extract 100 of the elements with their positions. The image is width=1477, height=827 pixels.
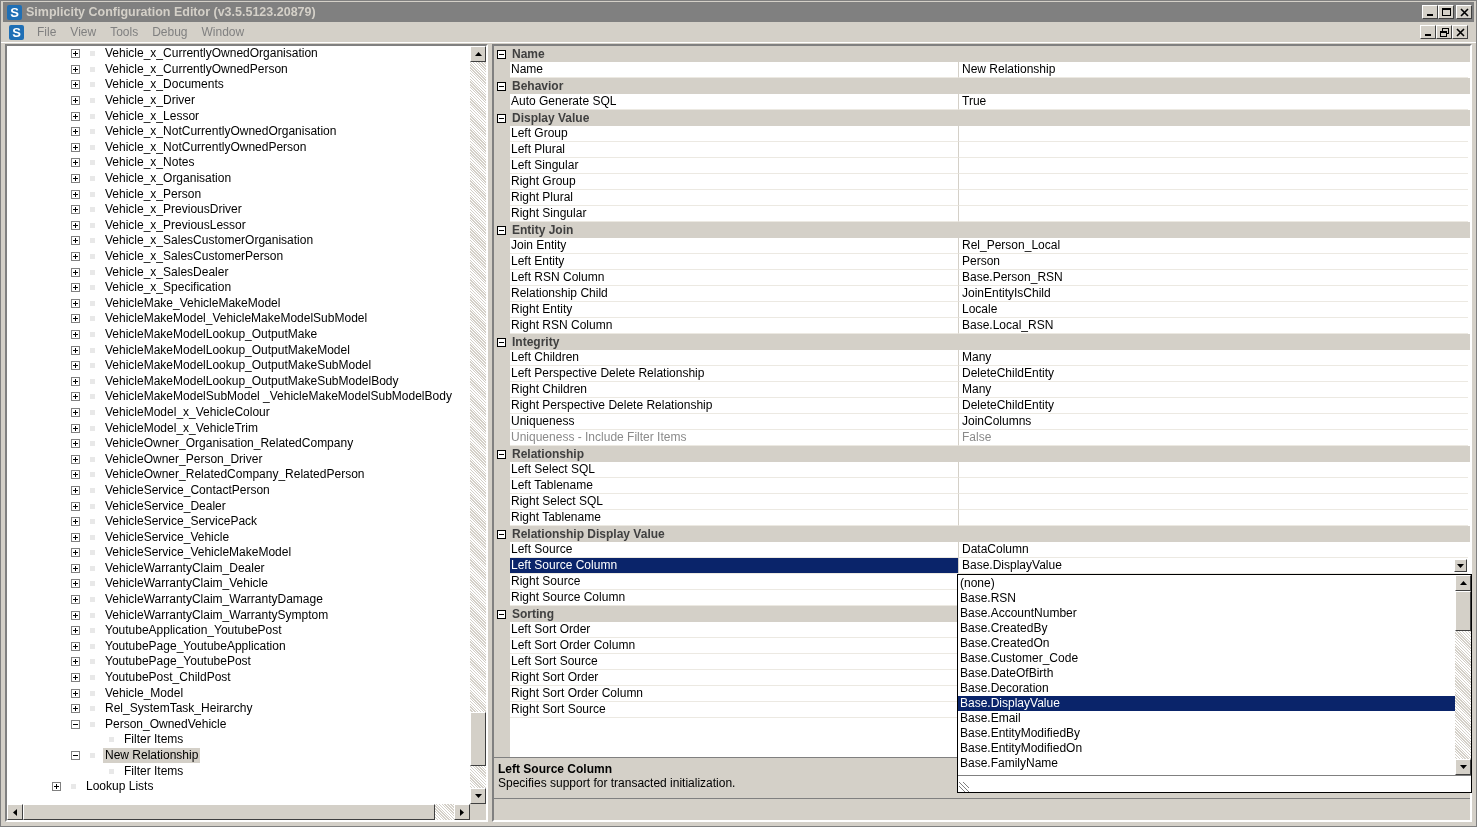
expand-toggle[interactable] [71,454,80,464]
expand-toggle[interactable] [71,610,80,620]
expand-toggle[interactable] [71,751,80,760]
tree-item[interactable]: VehicleWarrantyClaim_Dealer [103,560,267,576]
category-label[interactable]: Entity Join [512,223,574,237]
document-icon[interactable]: S [9,24,24,40]
tree-item[interactable]: VehicleOwner_RelatedCompany_RelatedPerson [103,467,367,483]
tree-item[interactable]: YoutubeApplication_YoutubePost [103,623,284,639]
tree-item[interactable]: Person_OwnedVehicle [103,716,229,732]
tree-item[interactable]: Vehicle_x_NotCurrentlyOwnedOrganisation [103,124,339,140]
expand-toggle[interactable] [71,641,80,651]
property-name[interactable]: Right Perspective Delete Relationship [510,398,959,414]
property-value[interactable]: JoinColumns [962,414,1032,428]
property-name[interactable]: Name [510,62,959,78]
resize-grip-icon[interactable] [958,782,970,792]
expand-toggle[interactable] [71,657,80,667]
property-name[interactable]: Right Singular [510,206,959,222]
property-name[interactable]: Left Plural [510,142,959,158]
expand-toggle[interactable] [71,158,80,168]
expand-toggle[interactable] [71,439,80,449]
expand-toggle[interactable] [71,314,80,324]
expand-toggle[interactable] [71,579,80,589]
property-name[interactable]: Right Sort Order Column [510,686,959,702]
tree-item[interactable]: VehicleMakeModelLookup_OutputMake [103,327,320,342]
tree-item[interactable]: Vehicle_x_Organisation [103,171,234,187]
property-name[interactable]: Left Source [510,542,959,558]
category-label[interactable]: Relationship Display Value [512,527,665,541]
expand-toggle[interactable] [71,80,80,90]
tree-item[interactable]: Vehicle_x_PreviousLessor [103,217,248,233]
property-name[interactable]: Left RSN Column [510,270,959,286]
expand-toggle[interactable] [71,376,80,386]
expand-toggle[interactable] [71,548,80,558]
property-value[interactable]: Base.Person_RSN [962,270,1063,284]
collapse-toggle[interactable] [497,81,506,91]
dropdown-button[interactable] [1454,559,1467,572]
property-value[interactable]: Base.Local_RSN [962,318,1054,332]
vertical-scrollbar[interactable] [1455,575,1471,775]
property-name[interactable]: Right Source [510,574,959,590]
list-option[interactable]: Base.FamilyName [958,756,1455,771]
tree-item[interactable]: Vehicle_x_SalesCustomerPerson [103,249,286,264]
property-name[interactable]: Right Sort Source [510,702,959,718]
property-name[interactable]: Right Source Column [510,590,959,606]
up-arrow-icon[interactable] [474,52,482,56]
tree-item[interactable]: VehicleMake_VehicleMakeModel [103,295,283,311]
property-value[interactable]: Many [962,350,992,364]
expand-toggle[interactable] [71,220,80,230]
tree-item[interactable]: VehicleService_Dealer [103,498,228,514]
property-name[interactable]: Auto Generate SQL [510,94,959,110]
expand-toggle[interactable] [71,485,80,495]
category-label[interactable]: Sorting [512,607,554,621]
expand-toggle[interactable] [71,595,80,605]
tree-item[interactable]: Vehicle_x_CurrentlyOwnedPerson [103,61,290,77]
tree-item[interactable]: Vehicle_x_CurrentlyOwnedOrganisation [103,46,320,62]
expand-toggle[interactable] [52,782,61,792]
vertical-scrollbar[interactable] [470,46,486,804]
tree-item[interactable]: Vehicle_x_PreviousDriver [103,202,244,218]
down-arrow-icon[interactable] [1459,765,1467,769]
list-option[interactable]: Base.EntityModifiedOn [958,741,1455,756]
property-value[interactable]: Locale [962,302,998,316]
expand-toggle[interactable] [71,283,80,293]
expand-toggle[interactable] [71,470,80,480]
property-name[interactable]: Left Perspective Delete Relationship [510,366,959,382]
property-name[interactable]: Uniqueness [510,414,959,430]
tree-item[interactable]: VehicleWarrantyClaim_WarrantyDamage [103,592,325,608]
list-option[interactable]: Base.Email [958,711,1455,726]
tree-item[interactable]: VehicleOwner_Organisation_RelatedCompany [103,436,356,452]
close-button[interactable] [1456,5,1472,19]
minimize-button[interactable] [1422,5,1438,19]
tree-item[interactable]: Vehicle_x_Person [103,186,204,202]
list-option[interactable]: Base.DateOfBirth [958,666,1455,681]
tree-item[interactable]: Vehicle_x_SalesDealer [103,264,231,280]
tree-item[interactable]: YoutubePage_YoutubePost [103,654,253,670]
list-option[interactable]: Base.Decoration [958,681,1455,696]
collapse-toggle[interactable] [497,225,506,235]
list-option[interactable]: Base.RSN [958,591,1455,606]
tree-item[interactable]: Filter Items [122,732,186,748]
tree-item[interactable]: Lookup Lists [84,779,156,795]
expand-toggle[interactable] [71,127,80,137]
expand-toggle[interactable] [71,142,80,152]
collapse-toggle[interactable] [497,337,506,347]
expand-toggle[interactable] [71,407,80,417]
tree-item[interactable]: VehicleMakeModelSubModel _VehicleMakeModelSubModelBody [103,389,454,405]
property-name[interactable]: Right Children [510,382,959,398]
down-arrow-icon[interactable] [474,794,482,798]
tree-item[interactable]: Rel_SystemTask_Heirarchy [103,701,255,717]
property-name[interactable]: Right Plural [510,190,959,206]
property-name[interactable]: Right Select SQL [510,494,959,510]
tree-item[interactable]: Vehicle_x_NotCurrentlyOwnedPerson [103,139,309,155]
property-name[interactable]: Left Group [510,126,959,142]
expand-toggle[interactable] [71,517,80,527]
expand-toggle[interactable] [71,345,80,355]
expand-toggle[interactable] [71,673,80,683]
expand-toggle[interactable] [71,267,80,277]
maximize-button[interactable] [1438,5,1454,19]
property-name[interactable]: Join Entity [510,238,959,254]
expand-toggle[interactable] [71,532,80,542]
tree-item[interactable]: VehicleService_ServicePack [103,514,260,530]
property-name[interactable]: Left Singular [510,158,959,174]
tree-item[interactable]: VehicleOwner_Person_Driver [103,451,265,467]
expand-toggle[interactable] [71,392,80,402]
